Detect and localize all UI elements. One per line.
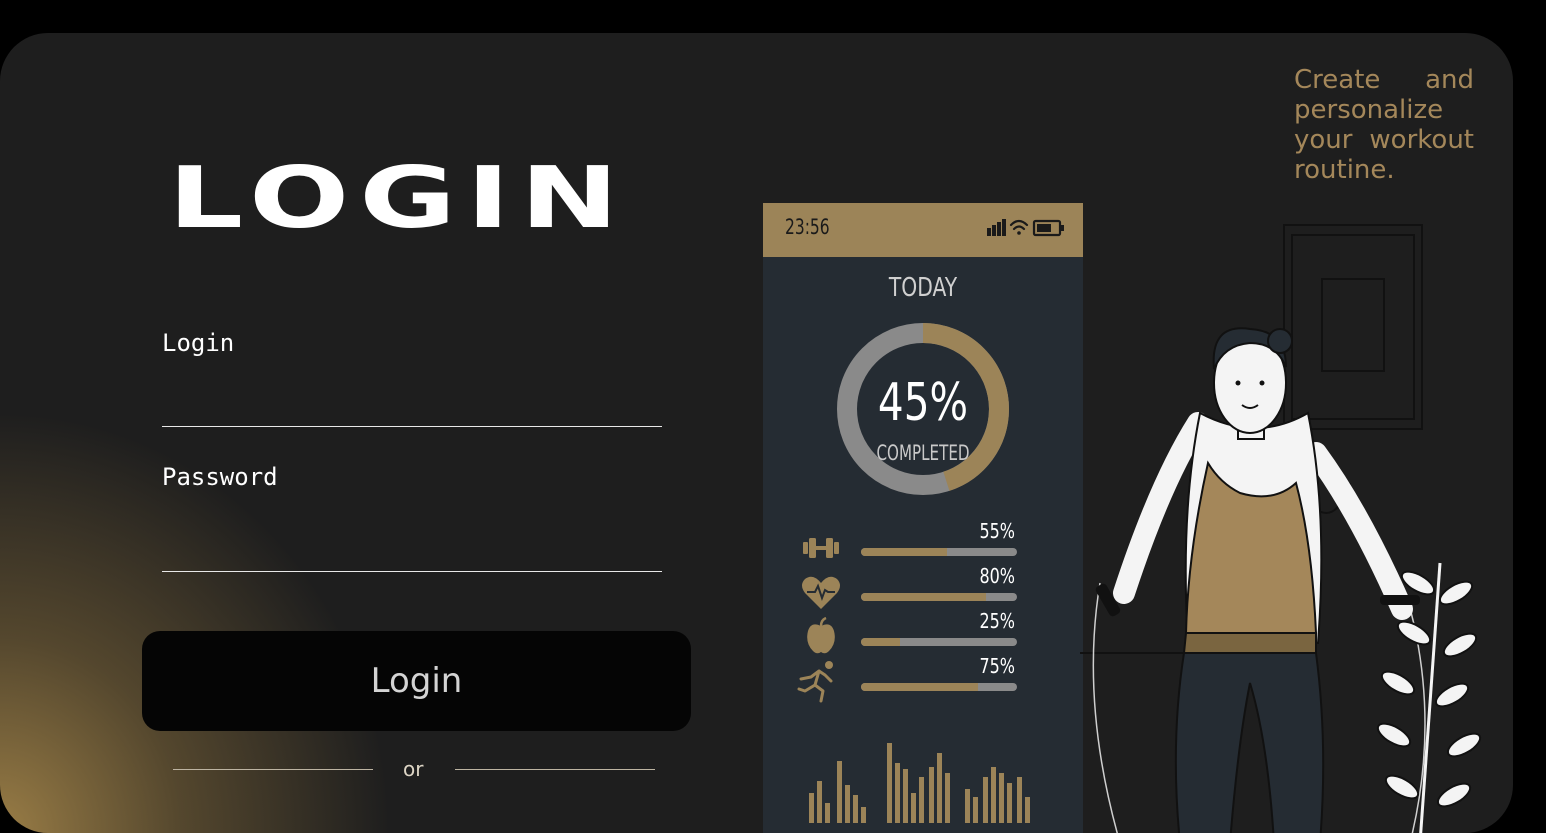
stat-fill xyxy=(861,593,986,601)
progress-value: 45% xyxy=(877,373,969,433)
tagline: Create and personalize your workout rout… xyxy=(1294,65,1474,185)
stat-percent: 75% xyxy=(979,654,1015,678)
login-button[interactable]: Login xyxy=(142,631,691,731)
stat-percent: 55% xyxy=(979,519,1015,543)
stat-fill xyxy=(861,638,900,646)
password-field[interactable] xyxy=(162,531,662,572)
dumbbell-icon xyxy=(803,538,839,558)
phone-mockup: 23:56 TODAY 45% COMPLETED 55% 80% 25% 75… xyxy=(763,203,1083,833)
stat-fill xyxy=(861,683,978,691)
divider-text: or xyxy=(403,757,424,781)
wifi-icon xyxy=(1009,219,1029,235)
password-field-label: Password xyxy=(162,463,278,491)
stat-percent: 25% xyxy=(979,609,1015,633)
stat-track xyxy=(861,548,1017,556)
stat-track xyxy=(861,593,1017,601)
apple-icon xyxy=(807,617,835,654)
page-title: LOGIN xyxy=(168,147,629,248)
activity-bars xyxy=(809,743,1030,823)
stat-fill xyxy=(861,548,947,556)
woman-jump-rope-illustration xyxy=(1080,224,1482,833)
divider-right xyxy=(455,769,655,770)
jump-rope xyxy=(1092,582,1119,833)
stat-track xyxy=(861,683,1017,691)
login-field[interactable] xyxy=(162,386,662,427)
phone-time: 23:56 xyxy=(785,215,830,239)
runner-icon xyxy=(797,661,833,703)
woman-figure xyxy=(1095,327,1420,833)
heart-rate-icon xyxy=(802,576,840,609)
stat-percent: 80% xyxy=(979,564,1015,588)
login-field-label: Login xyxy=(162,329,235,357)
login-card: LOGIN Login Password Login or Create and… xyxy=(0,33,1513,833)
progress-label: COMPLETED xyxy=(876,441,970,465)
phone-status-icons xyxy=(985,215,1067,243)
phone-heading: TODAY xyxy=(888,273,958,303)
divider-left xyxy=(173,769,373,770)
stat-track xyxy=(861,638,1017,646)
door-frame xyxy=(1283,224,1423,430)
battery-icon xyxy=(1032,219,1064,237)
signal-icon xyxy=(987,219,1006,236)
phone-status-bar: 23:56 xyxy=(763,203,1083,257)
